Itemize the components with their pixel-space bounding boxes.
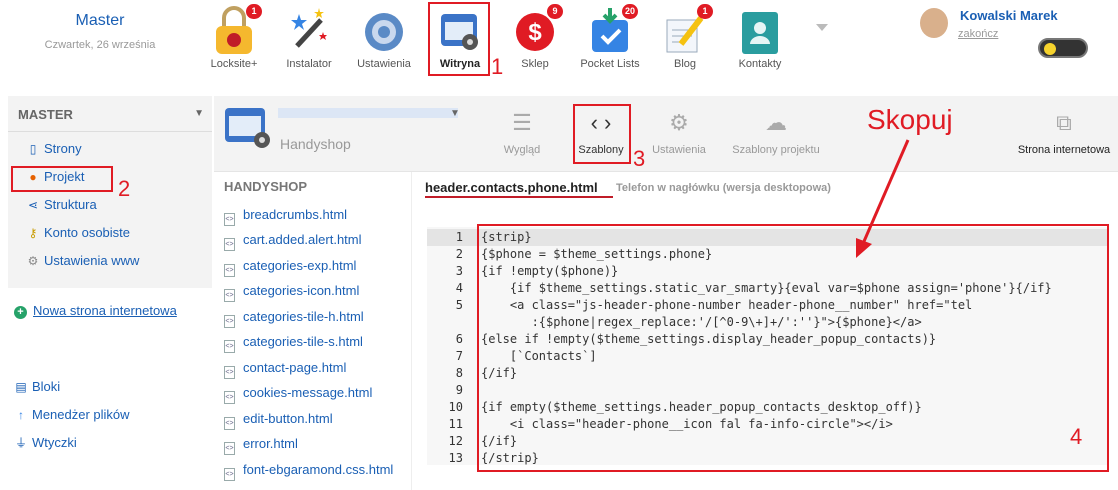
annotation-arrow [856,139,910,258]
